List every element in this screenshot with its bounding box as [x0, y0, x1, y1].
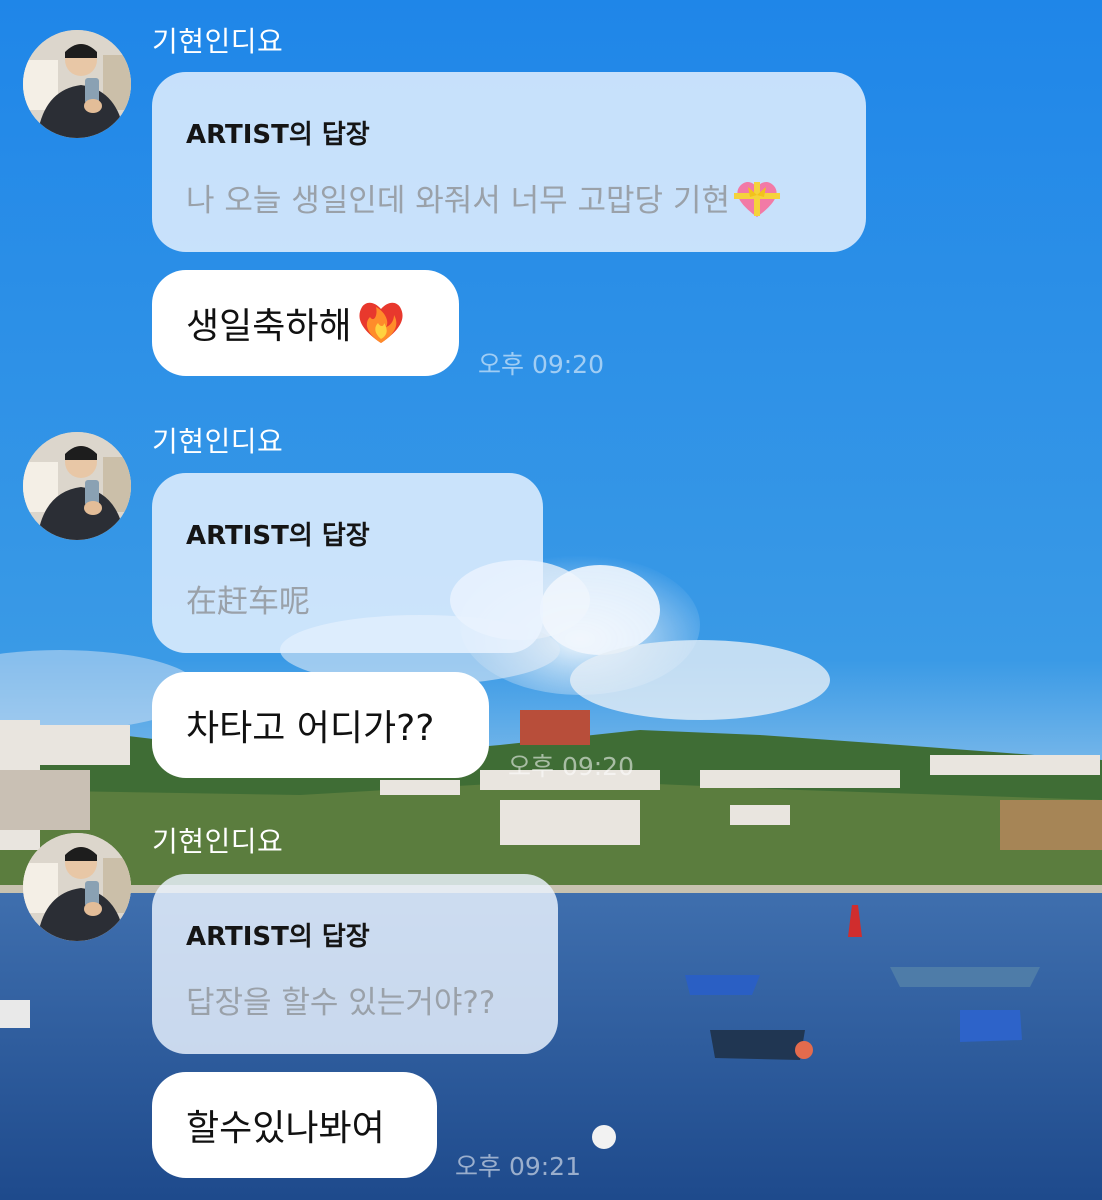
- my-message-bubble[interactable]: 생일축하해: [152, 270, 459, 376]
- sender-name: 기현인디요: [152, 825, 284, 858]
- message-text: 생일축하해: [186, 306, 352, 347]
- message-timestamp: 오후 09:20: [478, 350, 604, 379]
- avatar[interactable]: [23, 30, 131, 138]
- reply-text: 在赶车呢: [186, 584, 310, 620]
- heart-with-ribbon-icon: [733, 179, 780, 227]
- profile-photo: [23, 30, 131, 138]
- artist-reply-card[interactable]: ARTIST의 답장 나 오늘 생일인데 와줘서 너무 고맙당 기현: [152, 72, 866, 252]
- message-timestamp: 오후 09:20: [508, 752, 634, 781]
- reply-title: ARTIST의 답장: [186, 922, 370, 952]
- sender-name: 기현인디요: [152, 425, 284, 458]
- artist-reply-card[interactable]: ARTIST의 답장 답장을 할수 있는거야??: [152, 874, 558, 1054]
- profile-photo: [23, 432, 131, 540]
- message-text: 차타고 어디가??: [186, 708, 435, 749]
- my-message-bubble[interactable]: 차타고 어디가??: [152, 672, 489, 778]
- my-message-bubble[interactable]: 할수있나봐여: [152, 1072, 437, 1178]
- reply-title: ARTIST의 답장: [186, 120, 370, 150]
- heart-on-fire-icon: [356, 293, 406, 354]
- reply-title: ARTIST의 답장: [186, 521, 370, 551]
- avatar[interactable]: [23, 833, 131, 941]
- message-timestamp: 오후 09:21: [455, 1152, 581, 1181]
- reply-text: 나 오늘 생일인데 와줘서 너무 고맙당 기현: [186, 183, 730, 219]
- reply-text: 답장을 할수 있는거야??: [186, 985, 496, 1021]
- avatar[interactable]: [23, 432, 131, 540]
- reply-text-row: 나 오늘 생일인데 와줘서 너무 고맙당 기현: [186, 175, 830, 227]
- profile-photo: [23, 833, 131, 941]
- sender-name: 기현인디요: [152, 25, 284, 58]
- message-text: 할수있나봐여: [186, 1108, 385, 1149]
- artist-reply-card[interactable]: ARTIST의 답장 在赶车呢: [152, 473, 543, 653]
